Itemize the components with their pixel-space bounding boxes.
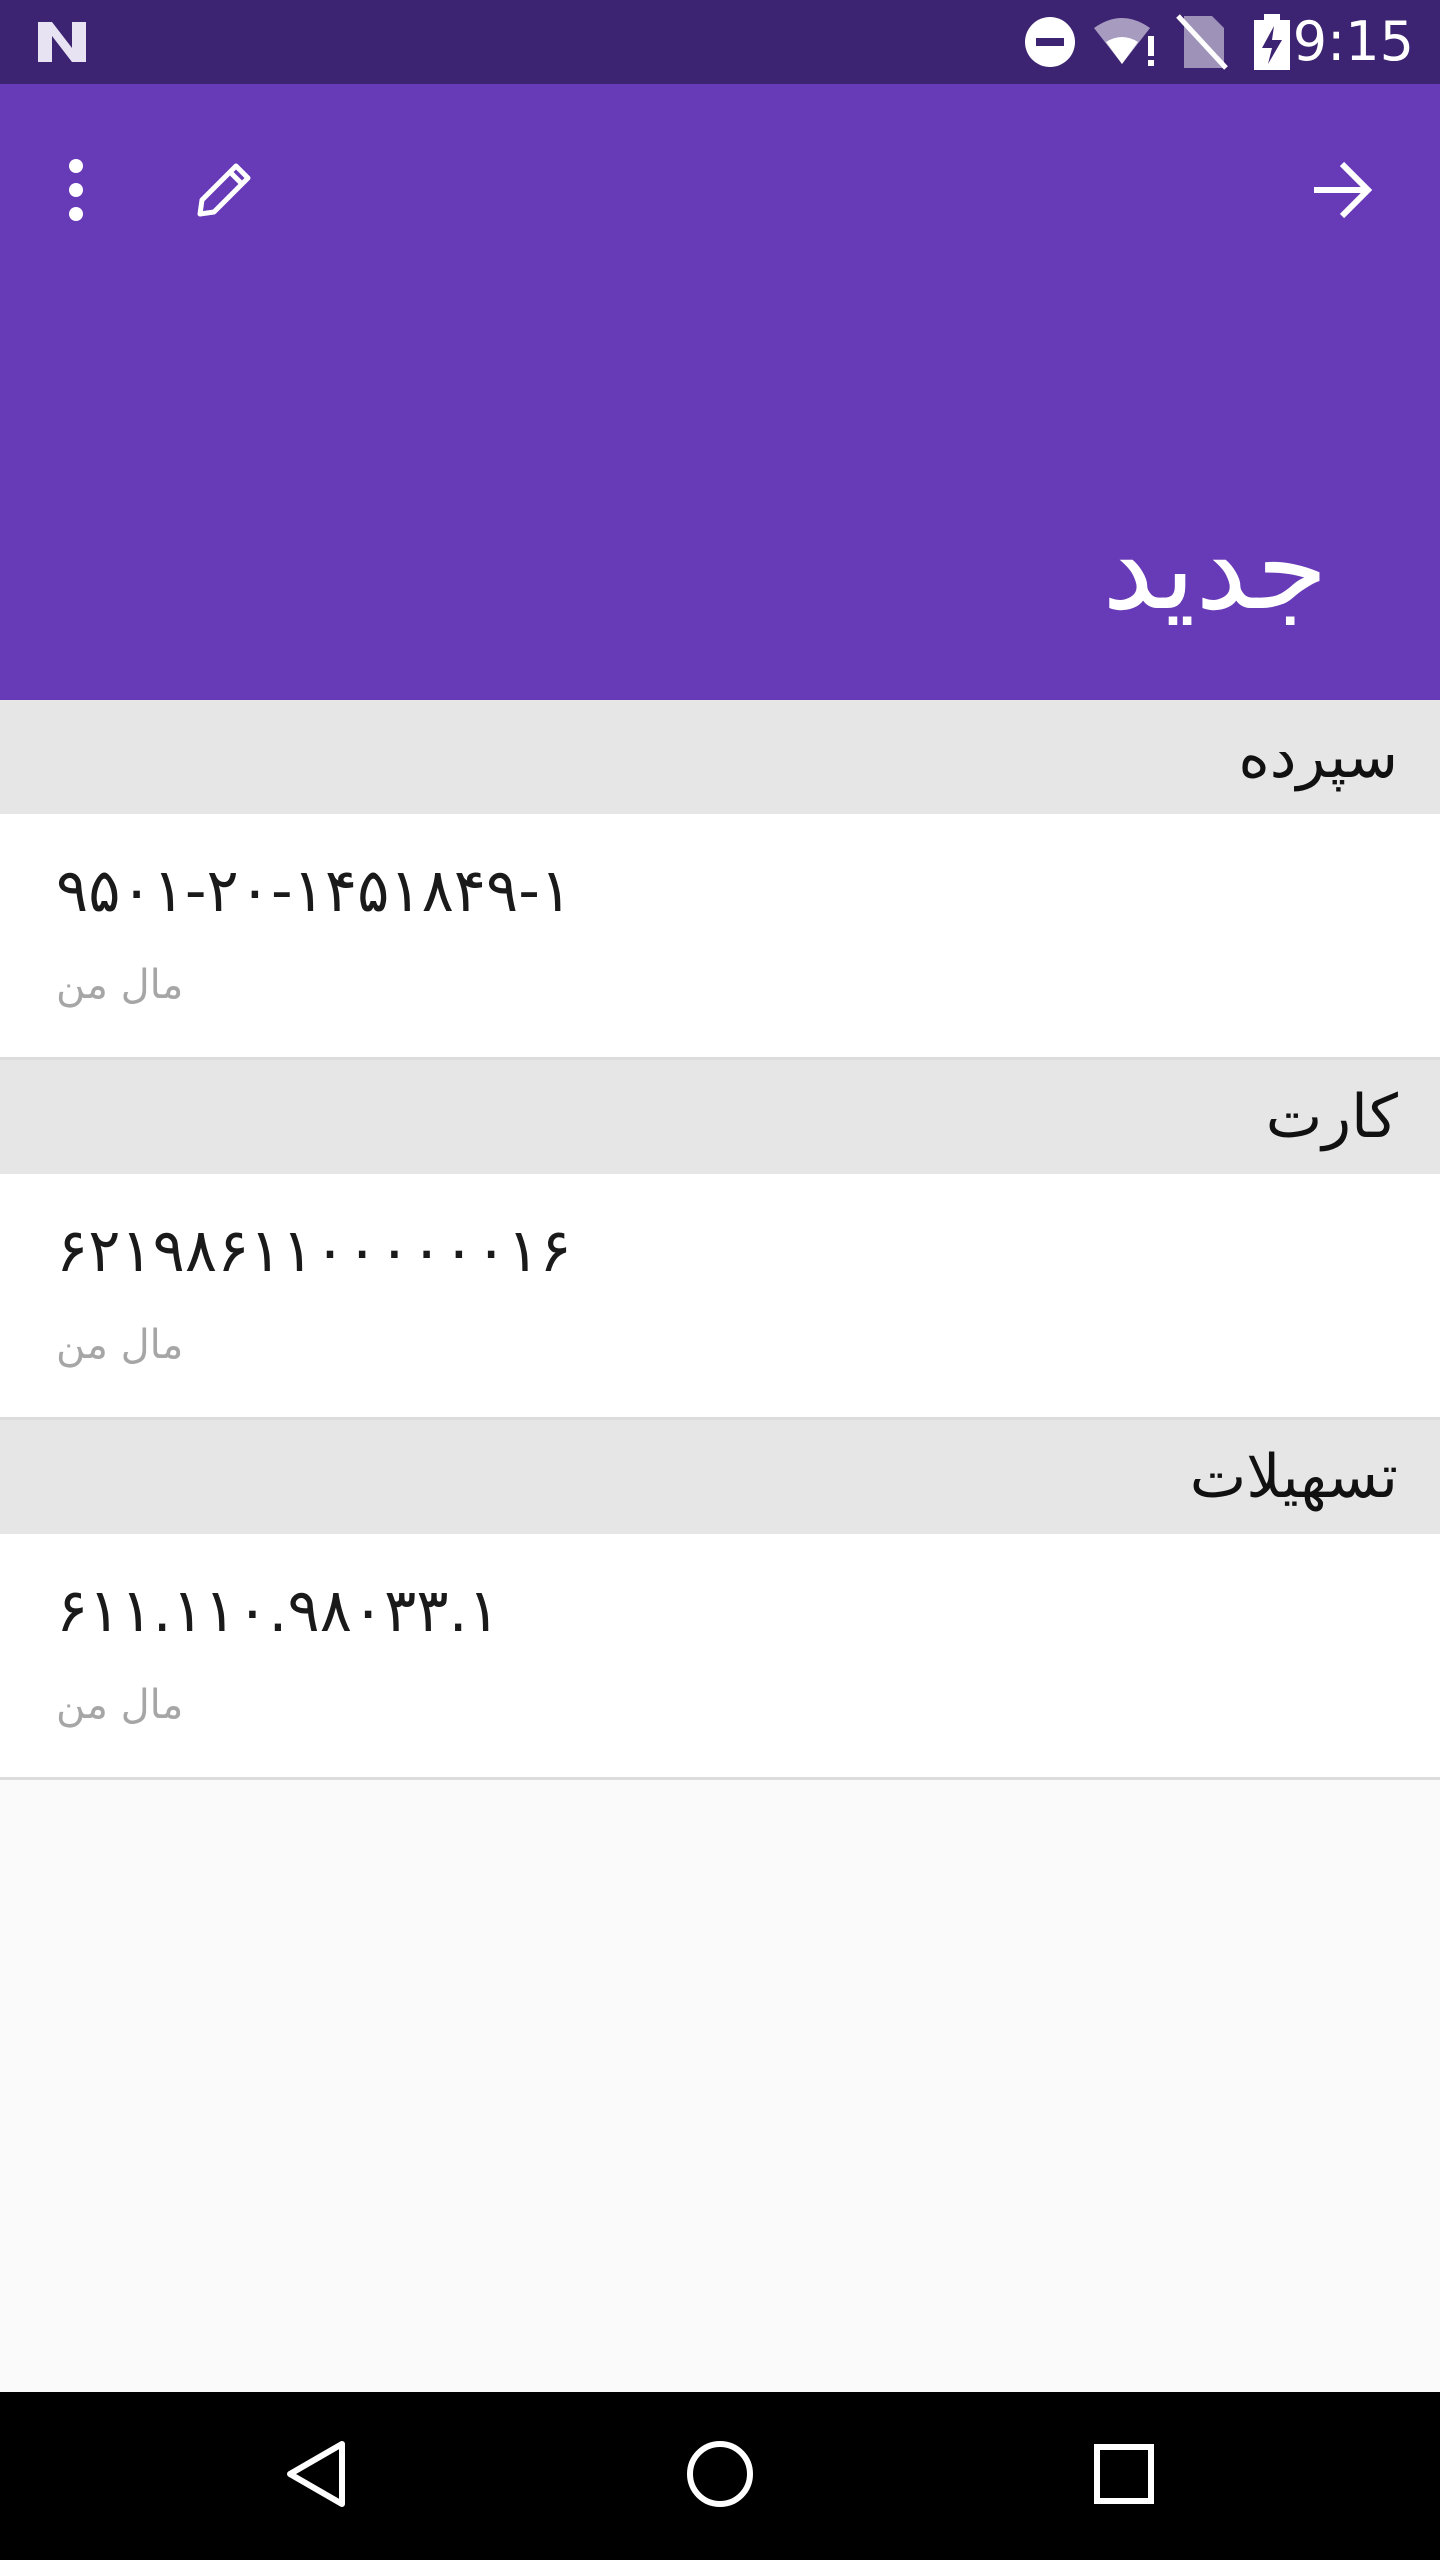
home-button[interactable] — [670, 2426, 770, 2526]
status-bar: 9:15 — [0, 0, 1440, 84]
more-options-button[interactable] — [20, 136, 132, 248]
no-sim-icon — [1176, 14, 1228, 74]
section-header-label: تسهیلات — [1189, 1442, 1398, 1512]
forward-button[interactable] — [1286, 136, 1398, 248]
edit-icon — [192, 158, 256, 226]
battery-charging-icon — [1252, 14, 1292, 74]
recents-icon — [1092, 2442, 1156, 2510]
edit-button[interactable] — [168, 136, 280, 248]
loan-number: ۶۱۱.۱۱۰.۹۸۰۳۳.۱ — [56, 1576, 500, 1646]
accounts-list: سپرده ۹۵۰۱-۲۰-۱۴۵۱۸۴۹-۱ مال من کارت ۶۲۱۹… — [0, 700, 1440, 1780]
account-owner: مال من — [56, 1682, 184, 1728]
section-header-deposit: سپرده — [0, 700, 1440, 814]
wifi-alert-icon — [1092, 14, 1158, 74]
back-button[interactable] — [266, 2426, 366, 2526]
do-not-disturb-icon — [1022, 14, 1078, 74]
home-icon — [684, 2438, 756, 2514]
system-nav-bar — [0, 2392, 1440, 2560]
recents-button[interactable] — [1074, 2426, 1174, 2526]
back-icon — [284, 2438, 348, 2514]
list-item[interactable]: ۶۲۱۹۸۶۱۱۰۰۰۰۰۰۱۶ مال من — [0, 1174, 1440, 1420]
list-item[interactable]: ۹۵۰۱-۲۰-۱۴۵۱۸۴۹-۱ مال من — [0, 814, 1440, 1060]
arrow-forward-icon — [1310, 160, 1374, 224]
card-number: ۶۲۱۹۸۶۱۱۰۰۰۰۰۰۱۶ — [56, 1216, 572, 1286]
page-title: جدید — [1102, 501, 1328, 636]
more-vert-icon — [66, 158, 86, 226]
app-bar: جدید — [0, 84, 1440, 700]
section-header-loans: تسهیلات — [0, 1420, 1440, 1534]
n-logo-icon — [34, 18, 90, 70]
section-header-label: کارت — [1265, 1082, 1398, 1152]
account-owner: مال من — [56, 962, 184, 1008]
status-time: 9:15 — [1292, 10, 1414, 73]
list-item[interactable]: ۶۱۱.۱۱۰.۹۸۰۳۳.۱ مال من — [0, 1534, 1440, 1780]
account-owner: مال من — [56, 1322, 184, 1368]
section-header-label: سپرده — [1238, 722, 1398, 792]
section-header-card: کارت — [0, 1060, 1440, 1174]
account-number: ۹۵۰۱-۲۰-۱۴۵۱۸۴۹-۱ — [56, 856, 573, 926]
